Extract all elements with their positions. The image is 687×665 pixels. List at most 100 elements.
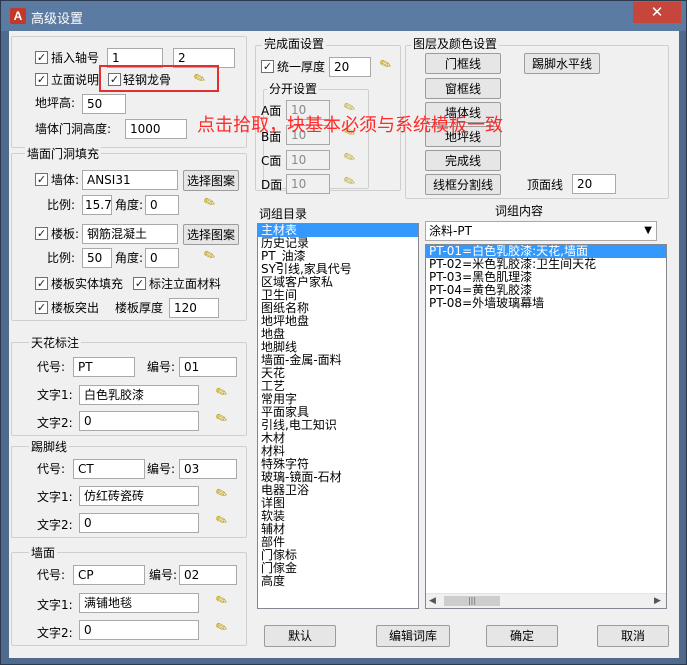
wall-pick-icon[interactable]: ✎ [199, 193, 221, 214]
window-frame-line-button[interactable]: 窗框线 [425, 78, 501, 99]
slab-fill-checkbox[interactable]: ✓ [35, 227, 48, 240]
finish-line-button[interactable]: 完成线 [425, 150, 501, 171]
app-icon: A [10, 8, 26, 24]
wall-scale-input[interactable]: 15.74 [82, 195, 112, 215]
slab-solid-label: 楼板实体填充 [51, 277, 124, 291]
uniform-pick-icon[interactable]: ✎ [375, 55, 397, 76]
chevron-down-icon: ▼ [644, 225, 652, 236]
floor-height-label: 地坪高: [35, 96, 76, 110]
ok-button[interactable]: 确定 [486, 625, 558, 647]
ceiling-text1-pick-icon[interactable]: ✎ [211, 383, 233, 404]
slab-choose-pattern-button[interactable]: 选择图案 [183, 224, 239, 245]
insert-axis-checkbox[interactable]: ✓ [35, 51, 48, 64]
scroll-thumb[interactable]: ||| [444, 596, 500, 606]
wall-num-input[interactable]: 02 [179, 565, 237, 585]
catalog-list[interactable]: 主材表 历史记录 PT_油漆 SY引线,家具代号 区域客户家私 卫生间 图纸名称 地坪地盘 地盘… [257, 223, 419, 609]
elevation-note-checkbox[interactable]: ✓ [35, 73, 48, 86]
skirting-text2-pick-icon[interactable]: ✎ [211, 511, 233, 532]
slab-scale-input[interactable]: 50 [82, 248, 112, 268]
wall-choose-pattern-button[interactable]: 选择图案 [183, 170, 239, 191]
slab-angle-input[interactable]: 0 [145, 248, 179, 268]
d-face-pick-icon[interactable]: ✎ [339, 172, 361, 193]
insert-axis-label: 插入轴号 [51, 51, 100, 65]
ceiling-code-input[interactable]: PT [73, 357, 135, 377]
scroll-left-icon[interactable]: ◀ [429, 596, 436, 606]
slab-thickness-label: 楼板厚度 [115, 301, 164, 315]
c-face-label: C面 [261, 154, 282, 168]
slab-protrude-label: 楼板突出 [51, 301, 100, 315]
floor-height-input[interactable]: 50 [82, 94, 126, 114]
ceiling-text1-input[interactable]: 白色乳胶漆 [79, 385, 199, 405]
frame-split-line-button[interactable]: 线框分割线 [425, 174, 501, 195]
dialog-window: A 高级设置 ✕ ✓ 插入轴号 1 2 ✓ 立面说明 ✓ 轻钢龙骨 ✎ 地坪高:… [0, 0, 687, 665]
wall-text2-pick-icon[interactable]: ✎ [211, 618, 233, 639]
skirting-horizontal-line-button[interactable]: 踢脚水平线 [524, 53, 600, 74]
c-face-pick-icon[interactable]: ✎ [339, 148, 361, 169]
ceiling-title: 天花标注 [29, 336, 82, 350]
window-title: 高级设置 [31, 12, 84, 27]
edit-library-button[interactable]: 编辑词库 [376, 625, 450, 647]
wall-door-height-input[interactable]: 1000 [125, 119, 187, 139]
slab-pick-icon[interactable]: ✎ [199, 246, 221, 267]
content-category-value: 涂料-PT [429, 224, 472, 238]
slab-thickness-input[interactable]: 120 [169, 298, 219, 318]
wall-door-height-label: 墙体门洞高度: [35, 122, 112, 136]
wall-text1-pick-icon[interactable]: ✎ [211, 591, 233, 612]
slab-angle-label: 角度: [115, 251, 144, 265]
catalog-list-item[interactable]: 高度 [258, 575, 418, 588]
default-button[interactable]: 默认 [264, 625, 336, 647]
skirting-num-input[interactable]: 03 [179, 459, 237, 479]
title-bar[interactable]: A 高级设置 ✕ [1, 1, 686, 31]
content-category-dropdown[interactable]: 涂料-PT ▼ [425, 221, 657, 241]
content-list-item[interactable]: PT-08=外墙玻璃幕墙 [426, 297, 666, 310]
slab-protrude-checkbox[interactable]: ✓ [35, 301, 48, 314]
skirting-text1-label: 文字1: [37, 490, 73, 504]
wall-text2-input[interactable]: 0 [79, 620, 199, 640]
wall-num-label: 编号: [149, 568, 178, 582]
wall-title: 墙面 [29, 546, 58, 560]
ceiling-code-label: 代号: [37, 360, 66, 374]
wall-text1-label: 文字1: [37, 598, 73, 612]
wall-code-input[interactable]: CP [73, 565, 145, 585]
skirting-text2-input[interactable]: 0 [79, 513, 199, 533]
skirting-code-input[interactable]: CT [73, 459, 145, 479]
skirting-code-label: 代号: [37, 462, 66, 476]
skirting-text1-input[interactable]: 仿红砖瓷砖 [79, 486, 199, 506]
uniform-thickness-checkbox[interactable]: ✓ [261, 60, 274, 73]
cancel-button[interactable]: 取消 [597, 625, 669, 647]
door-frame-line-button[interactable]: 门框线 [425, 53, 501, 74]
annotation-text: 点击拾取，块基本必须与系统模板一致 [197, 115, 503, 136]
ceiling-num-label: 编号: [147, 360, 176, 374]
wall-label: 墙体: [51, 173, 80, 187]
content-horizontal-scrollbar[interactable]: ◀ ||| ▶ [426, 593, 666, 608]
c-face-input[interactable]: 10 [286, 150, 330, 170]
wall-pattern-input[interactable]: ANSI31 [82, 170, 178, 190]
slab-pattern-input[interactable]: 钢筋混凝土 [82, 224, 178, 244]
wall-fill-checkbox[interactable]: ✓ [35, 173, 48, 186]
skirting-title: 踢脚线 [29, 440, 70, 454]
slab-solid-checkbox[interactable]: ✓ [35, 277, 48, 290]
finish-title: 完成面设置 [262, 37, 327, 51]
scroll-right-icon[interactable]: ▶ [654, 596, 661, 606]
highlight-box [99, 65, 219, 92]
content-title: 词组内容 [495, 204, 544, 218]
d-face-input[interactable]: 10 [286, 174, 330, 194]
dialog-body: ✓ 插入轴号 1 2 ✓ 立面说明 ✓ 轻钢龙骨 ✎ 地坪高: 50 墙体门洞高… [9, 31, 679, 658]
catalog-title: 词组目录 [259, 207, 308, 221]
wall-angle-input[interactable]: 0 [145, 195, 179, 215]
close-button[interactable]: ✕ [633, 2, 681, 23]
ceiling-line-input[interactable]: 20 [572, 174, 616, 194]
ceiling-num-input[interactable]: 01 [179, 357, 237, 377]
content-list[interactable]: PT-01=白色乳胶漆:天花,墙面 PT-02=米色乳胶漆:卫生间天花 PT-03=… [425, 244, 667, 609]
ceiling-text2-input[interactable]: 0 [79, 411, 199, 431]
ceiling-text2-pick-icon[interactable]: ✎ [211, 409, 233, 430]
elevation-note-label: 立面说明 [51, 73, 100, 87]
d-face-label: D面 [261, 178, 283, 192]
uniform-thickness-input[interactable]: 20 [329, 57, 371, 77]
wall-text1-input[interactable]: 满铺地毯 [79, 593, 199, 613]
wall-text2-label: 文字2: [37, 626, 73, 640]
mark-material-checkbox[interactable]: ✓ [133, 277, 146, 290]
skirting-text2-label: 文字2: [37, 518, 73, 532]
layers-title: 图层及颜色设置 [411, 37, 500, 51]
skirting-text1-pick-icon[interactable]: ✎ [211, 484, 233, 505]
